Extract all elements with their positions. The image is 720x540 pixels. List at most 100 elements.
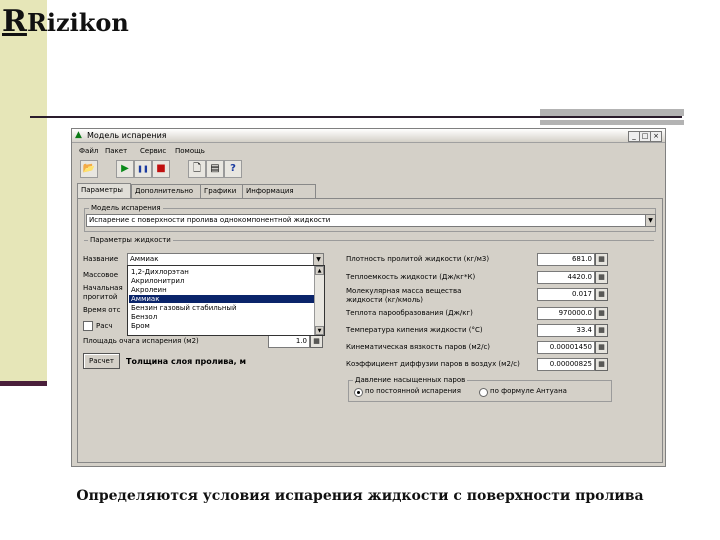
- calculator-icon: ▦: [598, 360, 605, 368]
- document-icon: 🗋: [192, 163, 202, 174]
- molar-mass-label-2: жидкости (кг/кмоль): [346, 296, 424, 304]
- header-divider: [30, 116, 682, 118]
- tab-additional[interactable]: Дополнительно: [131, 184, 201, 198]
- radio-evaporation-constant-label: по постоянной испарения: [365, 387, 461, 395]
- vapor-pressure-group: Давление насыщенных паров по постоянной …: [348, 376, 612, 402]
- vaporization-heat-label: Теплота парообразования (Дж/кг): [346, 309, 473, 317]
- area-calc-button[interactable]: ▦: [310, 335, 323, 348]
- model-group: Модель испарения Испарение с поверхности…: [84, 204, 656, 232]
- diffusion-calc-button[interactable]: ▦: [595, 358, 608, 371]
- logo: RRizikon: [2, 4, 129, 39]
- viscosity-field[interactable]: 0.00001450: [537, 341, 595, 354]
- calculator-icon: ▦: [598, 273, 605, 281]
- accent-bar-lower: [540, 120, 684, 125]
- menu-help[interactable]: Помощь: [175, 147, 205, 155]
- calculator-icon: ▦: [598, 326, 605, 334]
- title-bar: ▲ Модель испарения _ □ ×: [72, 129, 665, 143]
- parameters-panel: Модель испарения Испарение с поверхности…: [77, 198, 663, 463]
- liquid-select-value: Аммиак: [130, 255, 159, 263]
- liquid-dropdown-list: 1,2-Дихлорэтан Акрилонитрил Акролеин Амм…: [127, 265, 325, 336]
- model-group-title: Модель испарения: [89, 204, 163, 212]
- help-icon: ?: [230, 163, 236, 174]
- vaporization-heat-field[interactable]: 970000.0: [537, 307, 595, 320]
- sidebar-decoration: [0, 0, 47, 385]
- diffusion-field[interactable]: 0.00000825: [537, 358, 595, 371]
- list-item[interactable]: Бром: [131, 322, 150, 330]
- density-field[interactable]: 681.0: [537, 253, 595, 266]
- report-icon: ▤: [210, 163, 220, 174]
- logo-text: Rizikon: [26, 8, 129, 37]
- calculator-icon: ▦: [313, 337, 320, 345]
- pause-button[interactable]: ❚❚: [134, 160, 152, 178]
- scroll-down-icon[interactable]: ▼: [315, 326, 324, 335]
- chevron-down-icon: ▼: [645, 215, 655, 226]
- thickness-label: Толщина слоя пролива, м: [126, 357, 247, 366]
- report-button[interactable]: ▤: [206, 160, 224, 178]
- radio-antoine-formula[interactable]: [479, 388, 488, 397]
- calculator-icon: ▦: [598, 309, 605, 317]
- list-item[interactable]: Бензин газовый стабильный: [131, 304, 237, 312]
- area-label: Площадь очага испарения (м2): [83, 337, 199, 345]
- heat-capacity-label: Теплоемкость жидкости (Дж/кг*К): [346, 273, 476, 281]
- slide-caption: Определяются условия испарения жидкости …: [76, 488, 644, 504]
- menu-service[interactable]: Сервис: [140, 147, 166, 155]
- new-button[interactable]: 🗋: [188, 160, 206, 178]
- heat-capacity-calc-button[interactable]: ▦: [595, 271, 608, 284]
- tab-parameters[interactable]: Параметры: [77, 183, 131, 199]
- open-icon: 📂: [82, 163, 96, 174]
- chevron-down-icon: ▼: [313, 254, 323, 265]
- app-window: ▲ Модель испарения _ □ × Файл Пакет Серв…: [71, 128, 666, 467]
- list-item-selected[interactable]: Аммиак: [129, 295, 315, 303]
- molar-mass-calc-button[interactable]: ▦: [595, 288, 608, 301]
- model-select[interactable]: Испарение с поверхности пролива однокомп…: [86, 214, 656, 227]
- viscosity-calc-button[interactable]: ▦: [595, 341, 608, 354]
- menu-bar: Файл Пакет Сервис Помощь: [72, 145, 665, 157]
- calculator-icon: ▦: [598, 255, 605, 263]
- close-button[interactable]: ×: [650, 131, 662, 142]
- menu-file[interactable]: Файл: [79, 147, 98, 155]
- list-item[interactable]: 1,2-Дихлорэтан: [131, 268, 189, 276]
- tab-charts[interactable]: Графики: [200, 184, 245, 198]
- stop-icon: ■: [156, 163, 166, 174]
- model-select-value: Испарение с поверхности пролива однокомп…: [89, 216, 331, 224]
- area-field[interactable]: 1.0: [268, 335, 310, 348]
- vaporization-heat-calc-button[interactable]: ▦: [595, 307, 608, 320]
- boiling-point-label: Температура кипения жидкости (°С): [346, 326, 483, 334]
- list-item[interactable]: Акролеин: [131, 286, 167, 294]
- initial-label: Начальная: [83, 284, 123, 292]
- run-button[interactable]: ▶: [116, 160, 134, 178]
- dropdown-scrollbar[interactable]: ▲ ▼: [314, 266, 324, 335]
- viscosity-label: Кинематическая вязкость паров (м2/с): [346, 343, 491, 351]
- stop-button[interactable]: ■: [152, 160, 170, 178]
- heat-capacity-field[interactable]: 4420.0: [537, 271, 595, 284]
- scroll-up-icon[interactable]: ▲: [315, 266, 324, 275]
- calculate-button[interactable]: Расчет: [83, 353, 120, 369]
- list-item[interactable]: Акрилонитрил: [131, 277, 184, 285]
- boiling-point-field[interactable]: 33.4: [537, 324, 595, 337]
- name-label: Название: [83, 255, 119, 263]
- app-icon: ▲: [75, 130, 82, 140]
- tab-info[interactable]: Информация: [242, 184, 316, 198]
- initial-label-2: прогитой: [83, 293, 118, 301]
- calc-checkbox-label: Расч: [96, 322, 113, 330]
- play-icon: ▶: [121, 163, 129, 174]
- pause-icon: ❚❚: [137, 165, 149, 173]
- help-button[interactable]: ?: [224, 160, 242, 178]
- vapor-pressure-title: Давление насыщенных паров: [353, 376, 468, 384]
- calculator-icon: ▦: [598, 343, 605, 351]
- density-label: Плотность пролитой жидкости (кг/м3): [346, 255, 490, 263]
- accent-bar: [540, 109, 684, 116]
- calculator-icon: ▦: [598, 290, 605, 298]
- radio-evaporation-constant[interactable]: [354, 388, 363, 397]
- mass-label: Массовое: [83, 271, 119, 279]
- density-calc-button[interactable]: ▦: [595, 253, 608, 266]
- boiling-point-calc-button[interactable]: ▦: [595, 324, 608, 337]
- list-item[interactable]: Бензол: [131, 313, 157, 321]
- molar-mass-field[interactable]: 0.017: [537, 288, 595, 301]
- calc-checkbox[interactable]: [83, 321, 93, 331]
- open-button[interactable]: 📂: [80, 160, 98, 178]
- molar-mass-label: Молекулярная масса вещества: [346, 287, 462, 295]
- menu-package[interactable]: Пакет: [105, 147, 127, 155]
- radio-antoine-formula-label: по формуле Антуана: [490, 387, 567, 395]
- window-title: Модель испарения: [87, 131, 167, 140]
